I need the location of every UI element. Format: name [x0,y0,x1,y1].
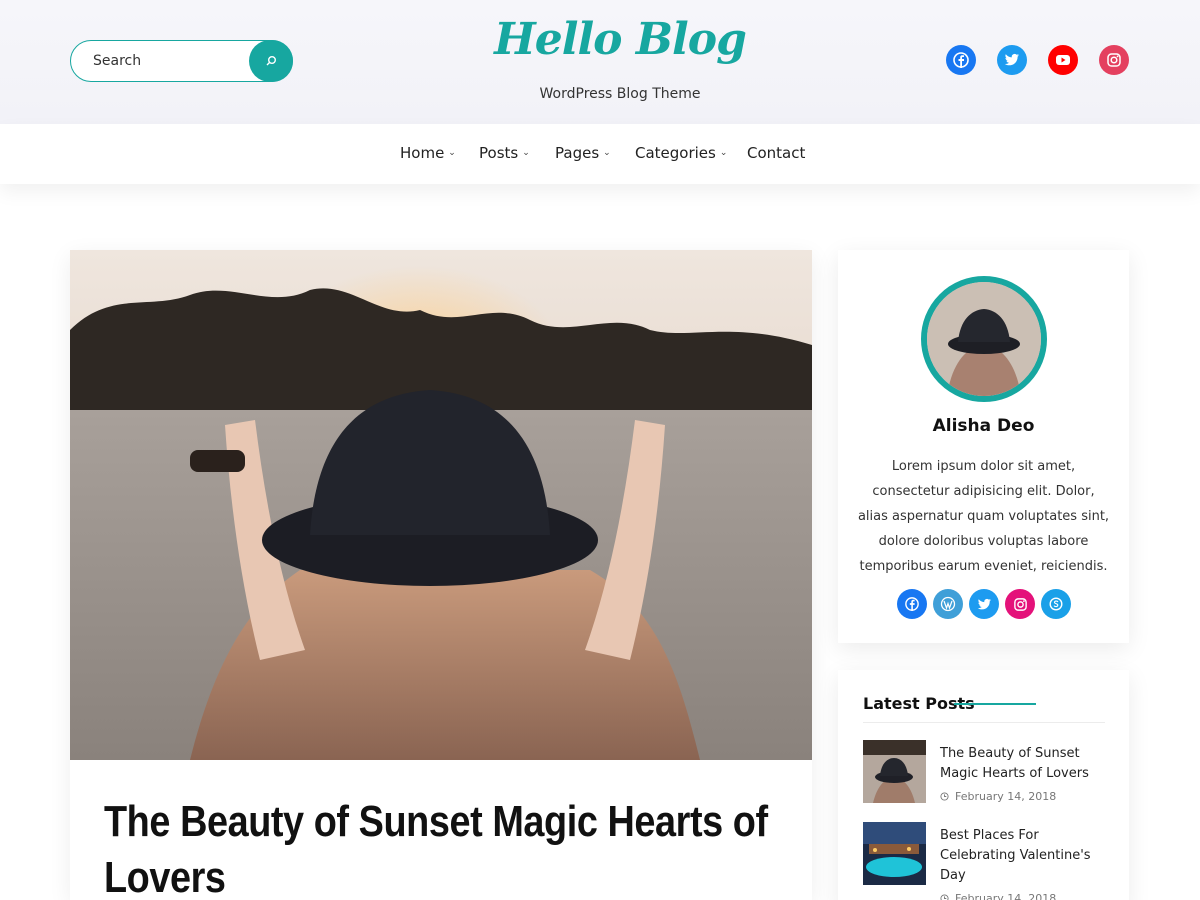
chevron-down-icon: ⌄ [522,148,530,158]
site-header: Hello Blog WordPress Blog Theme [0,0,1200,124]
featured-post: The Beauty of Sunset Magic Hearts of Lov… [70,250,812,900]
facebook-link[interactable] [946,45,976,75]
facebook-icon [953,52,969,68]
divider [863,722,1105,723]
nav-item-label: Posts [479,144,519,162]
author-facebook-link[interactable] [897,589,927,619]
nav-item-label: Home [400,144,445,162]
instagram-icon [1013,597,1027,611]
site-logo[interactable]: Hello Blog [460,14,780,65]
latest-post-title[interactable]: Best Places For Celebrating Valentine's … [940,826,1105,886]
nav-item-contact[interactable]: Contact [747,144,805,162]
nav-item-label: Categories [635,144,716,162]
author-instagram-link[interactable] [1005,589,1035,619]
nav-item-pages[interactable]: Pages ⌄ [555,144,611,162]
nav-item-categories[interactable]: Categories ⌄ [635,144,727,162]
author-widget: Alisha Deo Lorem ipsum dolor sit amet, c… [838,250,1129,643]
youtube-link[interactable] [1048,45,1078,75]
facebook-icon [905,597,919,611]
author-avatar [921,276,1047,402]
latest-posts-widget: Latest Posts The Beauty of Sunset Magic … [838,670,1129,900]
latest-post-date-text: February 14, 2018 [955,790,1057,803]
twitter-icon [977,598,991,609]
author-bio: Lorem ipsum dolor sit amet, consectetur … [857,459,1110,574]
latest-post-date: February 14, 2018 [940,790,1056,803]
author-name: Alisha Deo [932,416,1035,436]
author-skype-link[interactable] [1041,589,1071,619]
nav-item-label: Contact [747,144,806,162]
featured-post-image[interactable] [70,250,812,760]
latest-post-title[interactable]: The Beauty of Sunset Magic Hearts of Lov… [940,744,1105,784]
author-twitter-link[interactable] [969,589,999,619]
latest-post-date-text: February 14, 2018 [955,892,1057,900]
clock-icon [940,792,949,801]
skype-icon [1049,597,1063,611]
chevron-down-icon: ⌄ [603,148,611,158]
clock-icon [940,894,949,900]
search-form [70,40,293,82]
post-title[interactable]: The Beauty of Sunset Magic Hearts of Lov… [104,794,775,900]
author-wordpress-link[interactable] [933,589,963,619]
search-icon [266,56,276,66]
main-navigation: Home ⌄ Posts ⌄ Pages ⌄ Categories ⌄ Cont… [0,124,1200,184]
latest-post-item[interactable]: The Beauty of Sunset Magic Hearts of Lov… [863,740,1105,806]
heading-accent-line [954,703,1036,705]
search-button[interactable] [249,40,293,82]
chevron-down-icon: ⌄ [719,148,728,158]
instagram-link[interactable] [1099,45,1129,75]
nav-item-label: Pages [555,144,600,162]
site-tagline: WordPress Blog Theme [539,86,701,102]
search-input[interactable] [71,41,251,81]
chevron-down-icon: ⌄ [448,148,456,158]
nav-item-home[interactable]: Home ⌄ [400,144,456,162]
wordpress-icon [940,596,956,612]
featured-photo [70,250,812,760]
avatar-photo [927,282,1041,396]
instagram-icon [1107,53,1121,67]
latest-post-date: February 14, 2018 [940,892,1056,900]
latest-post-thumbnail[interactable] [863,822,926,885]
nav-item-posts[interactable]: Posts ⌄ [479,144,530,162]
latest-post-thumbnail[interactable] [863,740,926,803]
youtube-icon [1056,55,1070,65]
twitter-link[interactable] [997,45,1027,75]
twitter-icon [1004,53,1019,66]
latest-post-item[interactable]: Best Places For Celebrating Valentine's … [863,822,1105,900]
